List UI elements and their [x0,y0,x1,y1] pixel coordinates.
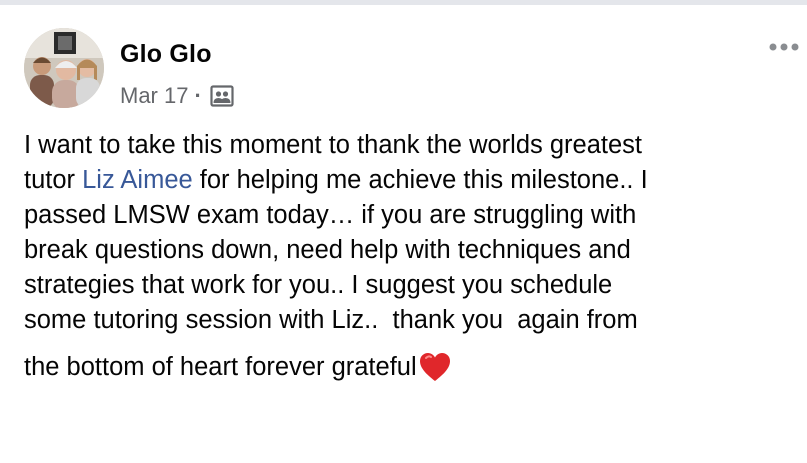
meta-separator: · [194,83,202,108]
post-meta: Mar 17 · [120,83,234,109]
post-date[interactable]: Mar 17 [120,83,188,109]
top-divider [0,0,807,5]
more-options-icon [769,43,799,51]
post-line: some tutoring session with Liz.. thank y… [24,306,638,334]
friends-group-icon[interactable] [210,85,234,107]
post-author-name[interactable]: Glo Glo [120,40,212,69]
avatar[interactable] [24,28,104,108]
more-options-button[interactable] [767,36,801,58]
post-line: passed LMSW exam today… if you are strug… [24,201,637,229]
post-line: the bottom of heart forever grateful [24,353,417,381]
post-line: for helping me achieve this milestone.. … [192,166,648,194]
post-line: strategies that work for you.. I suggest… [24,271,613,299]
post-last-line: the bottom of heart forever grateful [24,350,452,385]
post-text: I want to take this moment to thank the … [24,128,794,385]
post-line: tutor [24,166,83,194]
post-line: I want to take this moment to thank the … [24,131,642,159]
mention-link[interactable]: Liz Aimee [82,166,193,194]
post-line: break questions down, need help with tec… [24,236,631,264]
red-heart-icon [418,351,452,383]
